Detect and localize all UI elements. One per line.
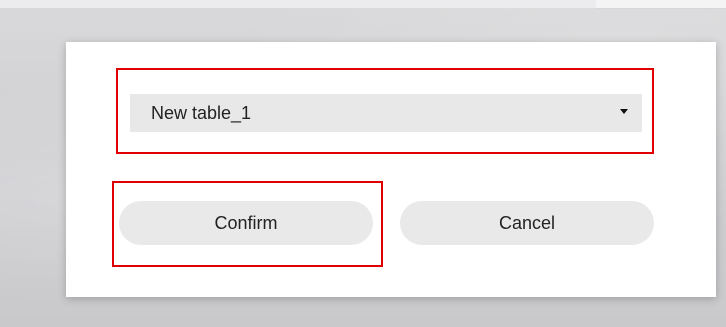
window-top-right-strip <box>596 0 726 9</box>
table-selection-dialog <box>66 42 716 297</box>
table-select-value: New table_1 <box>151 102 252 123</box>
table-select-dropdown[interactable]: New table_1 <box>130 94 642 132</box>
chevron-down-icon <box>620 109 628 114</box>
confirm-button[interactable]: Confirm <box>119 201 373 245</box>
cancel-button[interactable]: Cancel <box>400 201 654 245</box>
